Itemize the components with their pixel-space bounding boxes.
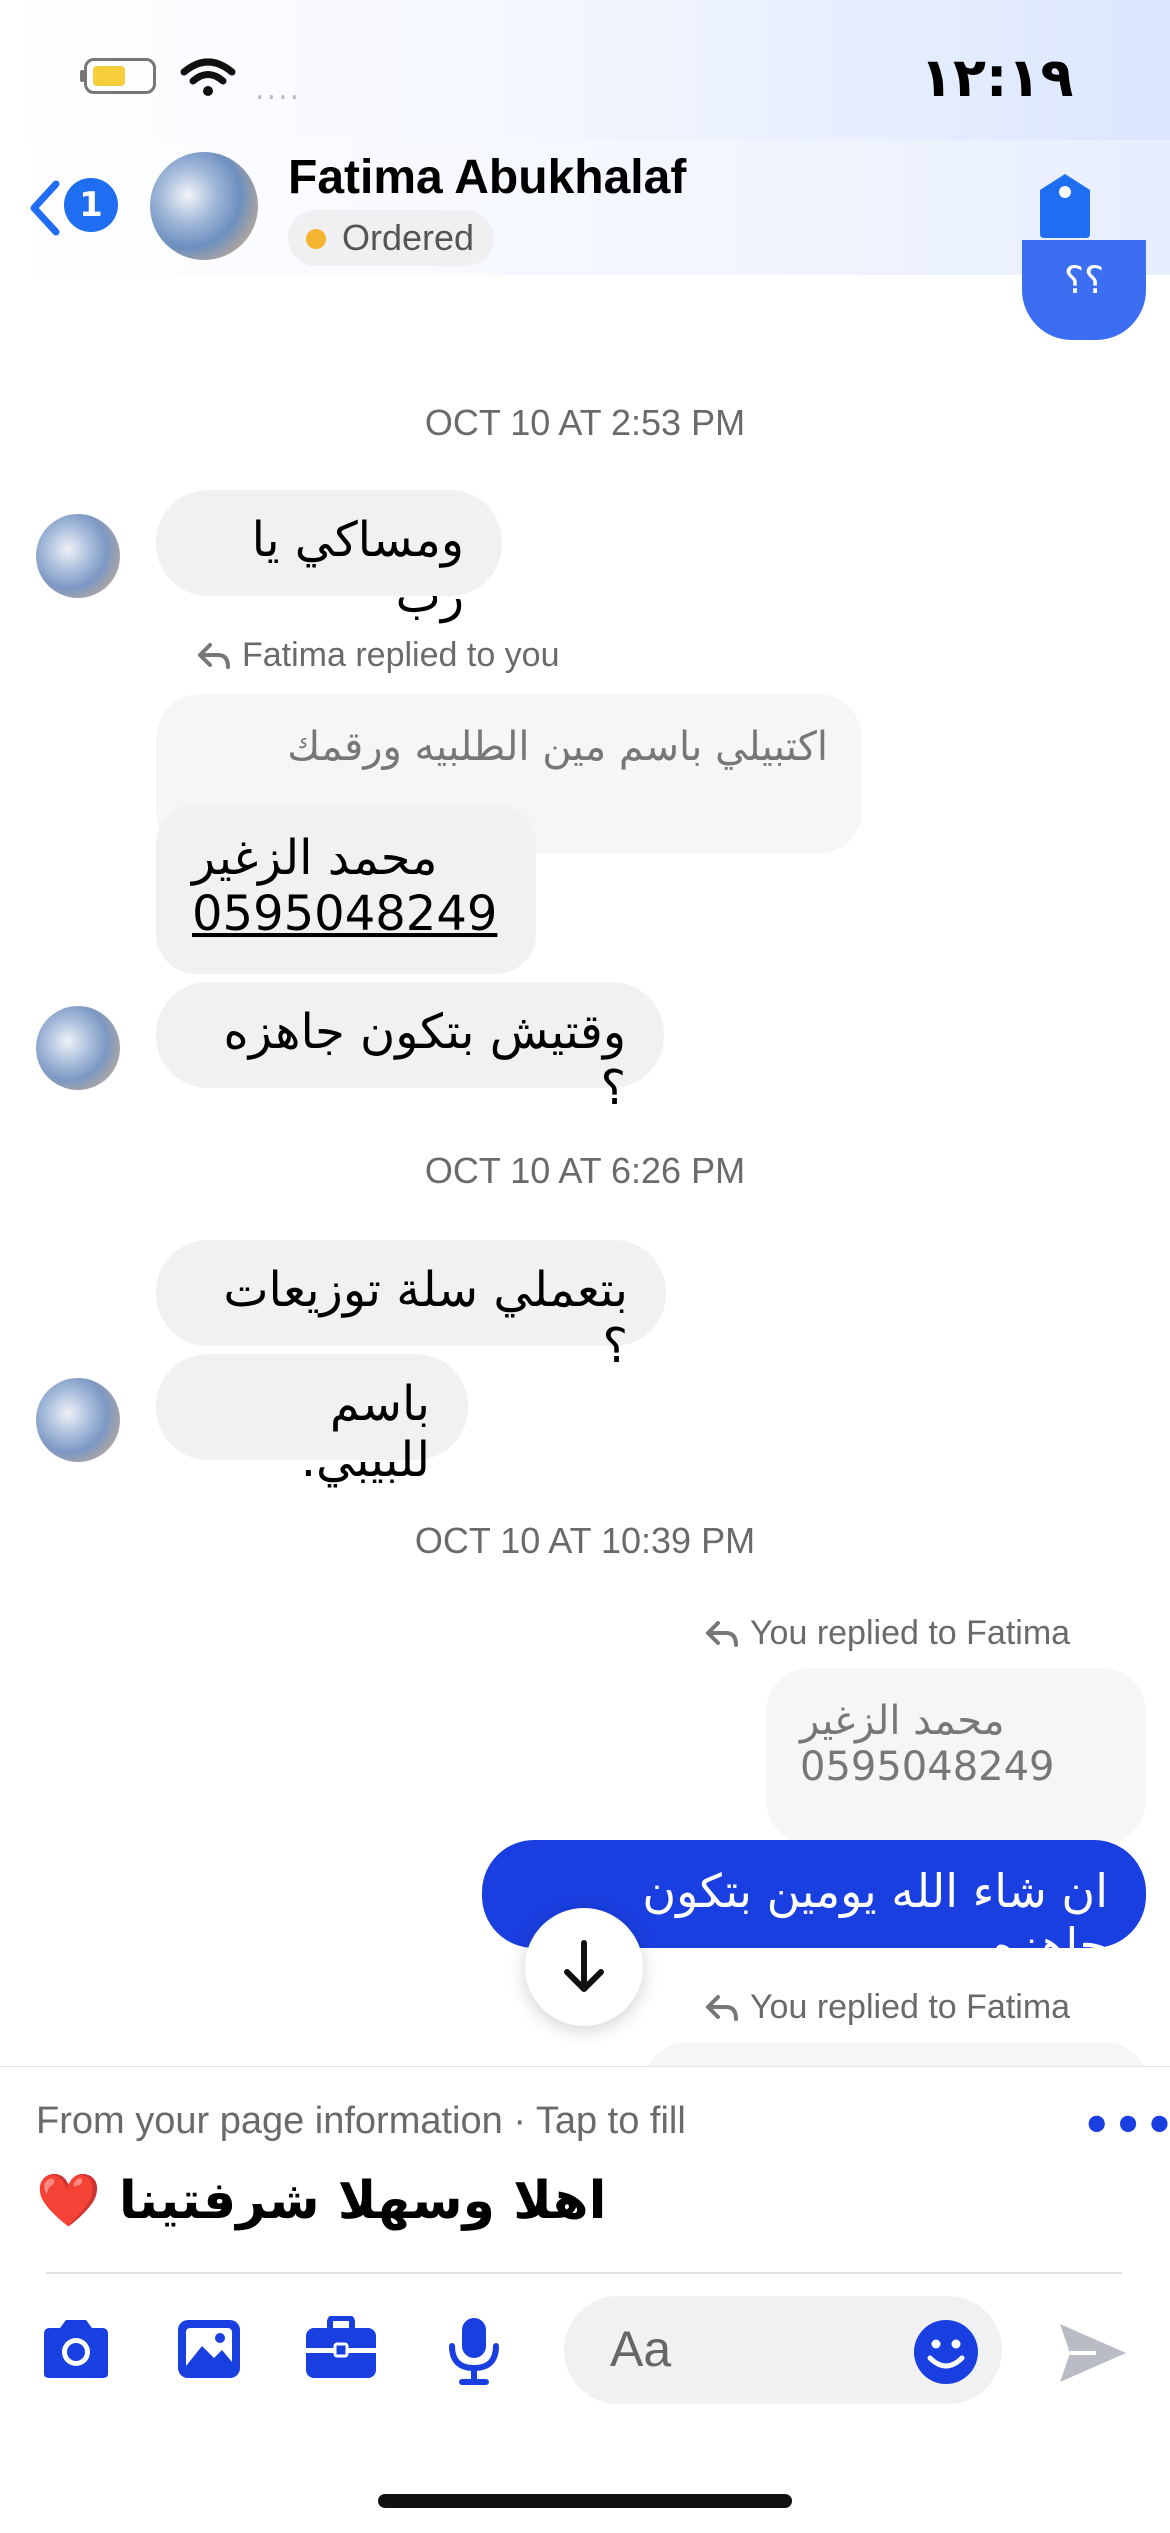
back-unread-badge[interactable]: 1: [64, 178, 118, 232]
sender-avatar[interactable]: [36, 514, 120, 598]
reply-arrow-icon: [706, 1994, 738, 2021]
incoming-message[interactable]: ومساكي يا رب: [156, 490, 502, 624]
reply-label: Fatima replied to you: [196, 636, 560, 675]
timestamp: OCT 10 AT 6:26 PM: [424, 1150, 746, 1191]
briefcase-icon[interactable]: [304, 2316, 378, 2382]
incoming-message[interactable]: باسم للبيبي.: [156, 1354, 468, 1488]
order-status-badge[interactable]: Ordered: [288, 210, 495, 266]
reply-label: You replied to Fatima: [704, 1988, 1070, 2027]
scroll-to-bottom-button[interactable]: [525, 1908, 643, 2026]
order-status-label: Ordered: [342, 217, 475, 258]
quoted-line: 0595048249: [800, 1744, 1055, 1790]
status-time: ١٢:١٩: [920, 46, 1074, 109]
sender-avatar[interactable]: [36, 1006, 120, 1090]
more-options-icon[interactable]: •••: [1082, 2098, 1170, 2152]
reply-label-text: You replied to Fatima: [750, 1614, 1071, 1652]
incoming-message[interactable]: محمد الزغير 0595048249: [156, 804, 536, 974]
microphone-icon[interactable]: [446, 2316, 502, 2386]
divider: [46, 2272, 1122, 2274]
suggested-reply[interactable]: اهلا وسهلا شرفتينا ❤️: [36, 2170, 606, 2231]
reply-arrow-icon: [706, 1620, 738, 1647]
emoji-icon[interactable]: [912, 2318, 980, 2386]
reply-label: You replied to Fatima: [704, 1614, 1070, 1653]
battery-icon: [84, 58, 156, 94]
back-chevron-icon[interactable]: [24, 178, 64, 238]
contact-name[interactable]: Fatima Abukhalaf: [288, 150, 686, 205]
home-indicator: [378, 2494, 792, 2508]
outgoing-message-partial[interactable]: ؟؟: [1022, 240, 1146, 340]
timestamp: OCT 10 AT 2:53 PM: [424, 402, 746, 443]
camera-icon[interactable]: [38, 2316, 114, 2382]
send-icon[interactable]: [1056, 2318, 1130, 2388]
timestamp: OCT 10 AT 10:39 PM: [414, 1520, 756, 1561]
phone-number-link[interactable]: 0595048249: [192, 886, 500, 942]
autofill-hint[interactable]: From your page information · Tap to fill: [36, 2100, 686, 2143]
status-dot: [306, 229, 326, 249]
quoted-message[interactable]: محمد الزغير 0595048249: [766, 1668, 1146, 1844]
suggested-reply-text: اهلا وسهلا شرفتينا: [118, 2171, 607, 2231]
signal-indicator: ....: [255, 72, 302, 107]
arrow-down-icon: [564, 1940, 604, 1992]
message-line: محمد الزغير: [192, 830, 438, 886]
heart-emoji: ❤️: [36, 2171, 101, 2231]
incoming-message[interactable]: بتعملي سلة توزيعات ؟: [156, 1240, 666, 1374]
reply-arrow-icon: [198, 642, 230, 669]
reply-label-text: Fatima replied to you: [242, 636, 560, 674]
message-input-placeholder[interactable]: Aa: [610, 2320, 671, 2378]
quoted-line: محمد الزغير: [800, 1698, 1005, 1744]
reply-label-text: You replied to Fatima: [750, 1988, 1071, 2026]
wifi-icon: [180, 58, 236, 96]
incoming-message[interactable]: وقتيش بتكون جاهزه ؟: [156, 982, 664, 1116]
tag-icon[interactable]: [1034, 170, 1096, 240]
battery-tip: [80, 70, 85, 82]
contact-avatar[interactable]: [150, 152, 258, 260]
image-icon[interactable]: [174, 2316, 244, 2382]
sender-avatar[interactable]: [36, 1378, 120, 1462]
